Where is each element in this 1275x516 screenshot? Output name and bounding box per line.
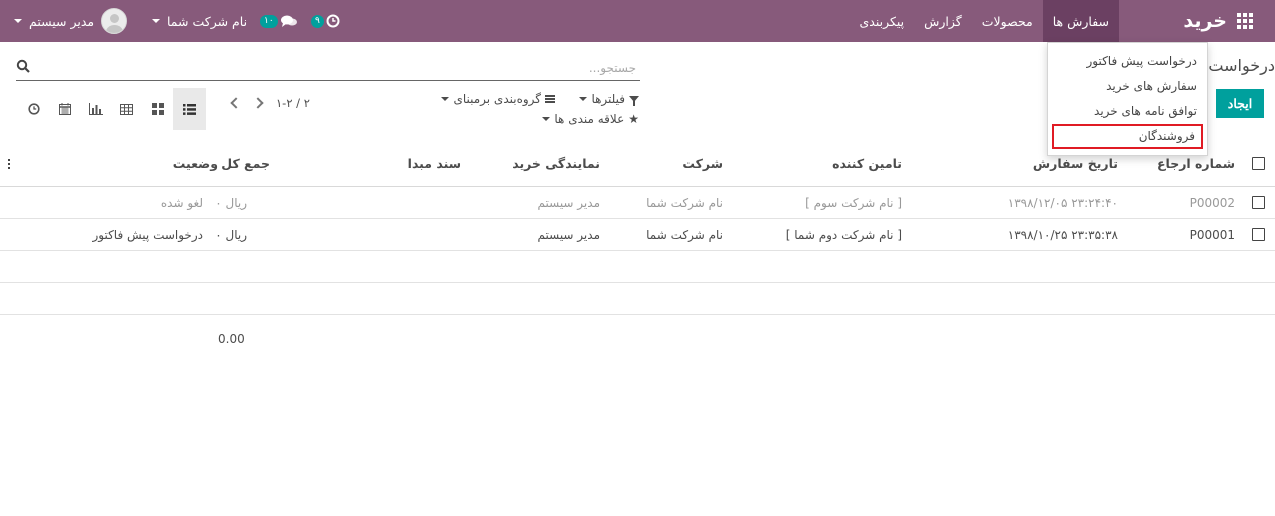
view-switcher: [18, 88, 206, 130]
menu-products[interactable]: محصولات: [972, 0, 1043, 42]
row-company: نام شرکت شما: [646, 195, 723, 210]
column-status[interactable]: وضعیت: [173, 141, 218, 186]
chevron-down-icon: [542, 117, 551, 121]
dropdown-item-vendors[interactable]: فروشندگان: [1052, 124, 1203, 149]
menu-orders[interactable]: سفارش ها: [1042, 0, 1119, 42]
list-view-button[interactable]: [173, 88, 206, 130]
calendar-icon: [58, 103, 71, 115]
row-order-date: ۱۳۹۸/۱۲/۰۵ ۲۳:۲۴:۴۰: [1007, 195, 1118, 210]
bar-chart-icon: [88, 103, 103, 115]
dropdown-item-agreements[interactable]: توافق نامه های خرید: [1048, 99, 1207, 124]
column-total[interactable]: جمع کل: [221, 141, 270, 186]
apps-menu-icon[interactable]: [1225, 0, 1265, 42]
groupby-label: گروه‌بندی برمبنای: [453, 92, 541, 106]
row-reference: P00002: [1189, 195, 1235, 210]
avatar: [101, 8, 128, 34]
row-order-date: ۱۳۹۸/۱۰/۲۵ ۲۳:۳۵:۳۸: [1007, 227, 1118, 242]
row-status: درخواست پیش فاکتور: [92, 227, 203, 242]
pager-value[interactable]: ۱-۲ / ۲: [276, 96, 310, 110]
row-vendor: [ نام شرکت دوم شما ]: [785, 227, 902, 242]
filters-button[interactable]: فیلترها: [579, 90, 639, 108]
favorites-label: علاقه مندی ها: [554, 112, 625, 126]
clock-icon: [27, 103, 40, 115]
calendar-view-button[interactable]: [49, 88, 80, 130]
star-icon: ★: [628, 112, 639, 126]
pager-previous-icon[interactable]: [230, 97, 242, 109]
comments-icon: [280, 15, 297, 27]
activity-button[interactable]: ۹: [311, 0, 340, 42]
orders-dropdown: درخواست پیش فاکتور سفارش های خرید توافق …: [1047, 42, 1208, 156]
top-navbar: خرید سفارش ها محصولات گزارش پیکربندی ۹ ۱…: [0, 0, 1275, 42]
user-name: مدیر سیستم: [29, 13, 95, 29]
chevron-down-icon: [152, 19, 160, 23]
table-row-empty: [0, 283, 1275, 315]
chevron-down-icon: [441, 97, 450, 101]
favorites-button[interactable]: علاقه مندی ها ★: [542, 110, 639, 128]
search-icon[interactable]: [16, 59, 30, 73]
page-title: درخواست: [1208, 56, 1275, 75]
clock-icon: [326, 14, 340, 28]
filters-label: فیلترها: [591, 92, 625, 106]
select-all-checkbox[interactable]: [1252, 157, 1265, 170]
pivot-view-button[interactable]: [111, 88, 142, 130]
menu-reporting[interactable]: گزارش: [914, 0, 972, 42]
column-vendor[interactable]: تامین کننده: [832, 141, 902, 186]
row-reference: P00001: [1189, 227, 1235, 242]
table-icon: [120, 103, 133, 115]
create-button[interactable]: ایجاد: [1216, 89, 1264, 118]
menu-configuration[interactable]: پیکربندی: [849, 0, 914, 42]
column-purchase-rep[interactable]: نمایندگی خرید: [512, 141, 600, 186]
main-menu: سفارش ها محصولات گزارش پیکربندی: [849, 0, 1119, 42]
column-source-document[interactable]: سند مبدا: [408, 141, 461, 186]
app-brand[interactable]: خرید: [1183, 0, 1227, 42]
activity-view-button[interactable]: [18, 88, 49, 130]
list-table: شماره ارجاع تاریخ سفارش تامین کننده شرکت…: [0, 141, 1275, 315]
list-icon: [183, 103, 196, 115]
chevron-down-icon: [579, 97, 588, 101]
groupby-button[interactable]: گروه‌بندی برمبنای: [441, 90, 555, 108]
row-vendor: [ نام شرکت سوم ]: [805, 195, 902, 210]
table-row-empty: [0, 251, 1275, 283]
dropdown-item-purchase-orders[interactable]: سفارش های خرید: [1048, 74, 1207, 99]
grand-total: 0.00: [218, 332, 245, 346]
company-switcher[interactable]: نام شرکت شما: [152, 0, 247, 42]
search-input[interactable]: [40, 57, 636, 79]
kanban-view-button[interactable]: [142, 88, 173, 130]
row-checkbox[interactable]: [1252, 228, 1265, 241]
column-company[interactable]: شرکت: [682, 141, 723, 186]
pager-next-icon[interactable]: [252, 97, 264, 109]
user-menu[interactable]: مدیر سیستم: [14, 0, 128, 42]
row-purchase-rep: مدیر سیستم: [537, 195, 601, 210]
row-total: ۰ ریال: [215, 227, 247, 242]
company-name: نام شرکت شما: [167, 13, 248, 29]
row-status: لغو شده: [160, 195, 203, 210]
row-company: نام شرکت شما: [646, 227, 723, 242]
row-purchase-rep: مدیر سیستم: [537, 227, 601, 242]
chevron-down-icon: [14, 19, 22, 23]
activity-badge: ۹: [311, 14, 324, 28]
row-total: ۰ ریال: [215, 195, 247, 210]
kanban-icon: [151, 103, 164, 115]
bars-icon: [545, 95, 555, 103]
table-row[interactable]: P00001 ۱۳۹۸/۱۰/۲۵ ۲۳:۳۵:۳۸ [ نام شرکت دو…: [0, 219, 1275, 251]
dropdown-item-rfq[interactable]: درخواست پیش فاکتور: [1048, 49, 1207, 74]
row-checkbox[interactable]: [1252, 196, 1265, 209]
column-options-icon[interactable]: [8, 158, 10, 169]
messaging-button[interactable]: ۱۰: [260, 0, 298, 42]
pager: ۱-۲ / ۲: [230, 96, 310, 110]
filter-icon: [629, 96, 639, 106]
messaging-badge: ۱۰: [260, 14, 278, 28]
search-bar: [16, 55, 640, 81]
graph-view-button[interactable]: [80, 88, 111, 130]
table-row[interactable]: P00002 ۱۳۹۸/۱۲/۰۵ ۲۳:۲۴:۴۰ [ نام شرکت سو…: [0, 187, 1275, 219]
